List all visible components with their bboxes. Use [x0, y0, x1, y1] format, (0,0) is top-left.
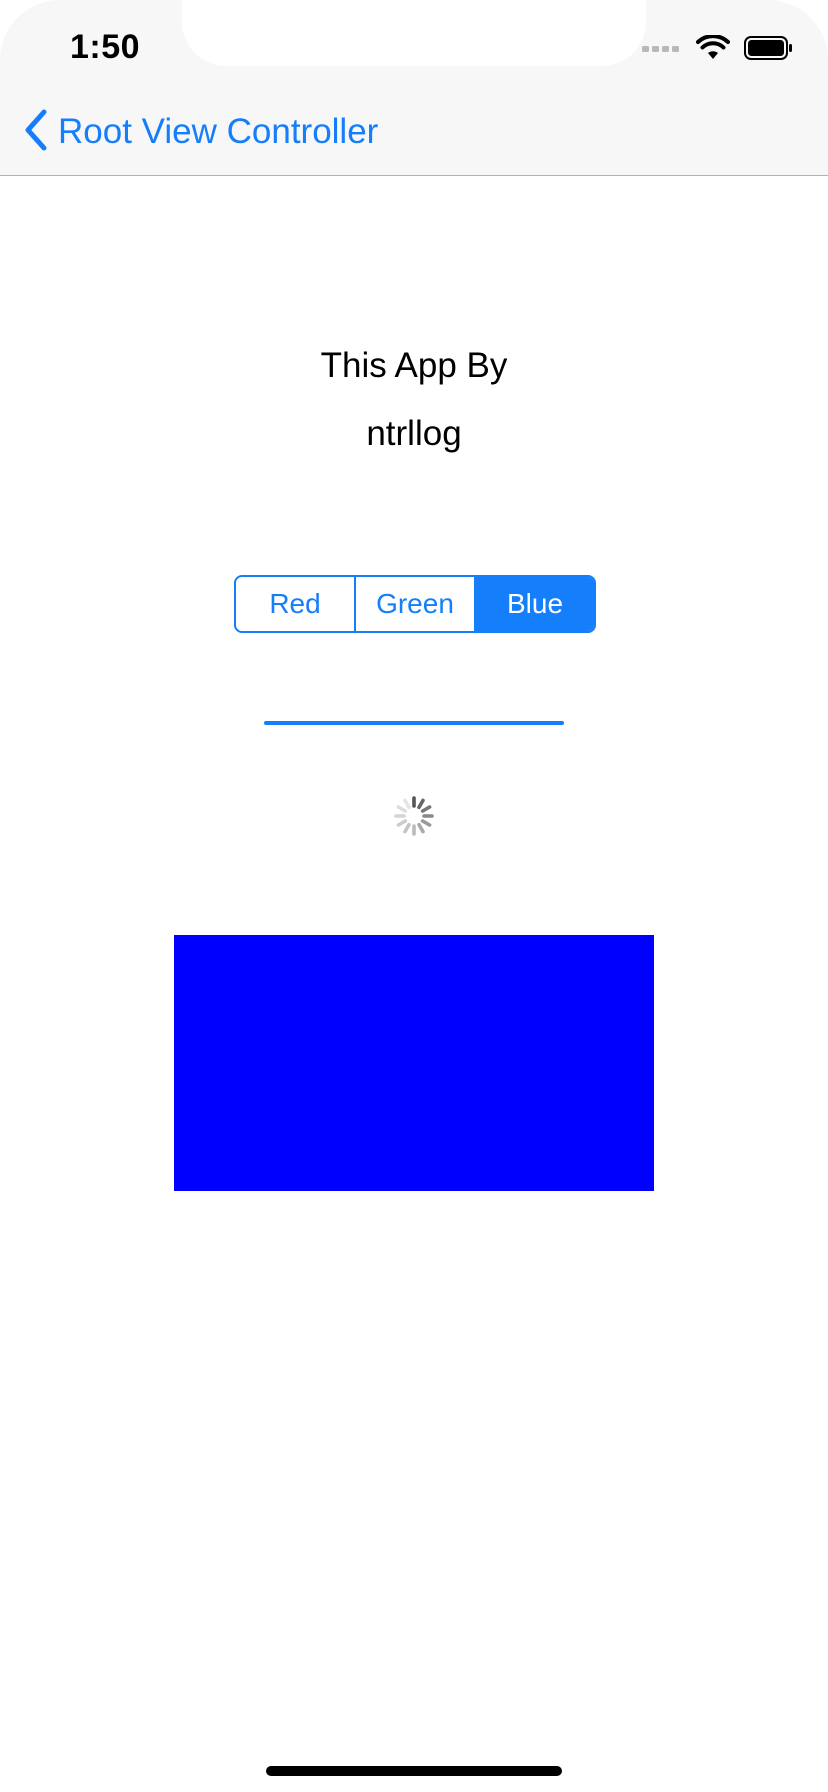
segment-green[interactable]: Green [354, 577, 474, 631]
device-notch [182, 0, 646, 66]
home-indicator [266, 1766, 562, 1776]
status-icons [642, 33, 794, 66]
chevron-left-icon [22, 108, 50, 157]
app-by-label: This App By [320, 346, 508, 385]
back-button[interactable]: Root View Controller [22, 108, 378, 156]
color-segmented-control[interactable]: Red Green Blue [234, 575, 596, 633]
status-time: 1:50 [70, 28, 141, 66]
battery-icon [744, 35, 794, 65]
signal-icon [642, 41, 682, 59]
wifi-icon [696, 33, 730, 66]
spinner-icon [393, 795, 435, 837]
back-button-label: Root View Controller [58, 112, 379, 151]
author-label: ntrllog [366, 414, 462, 453]
color-preview-box [174, 935, 654, 1191]
segment-red[interactable]: Red [236, 577, 354, 631]
progress-bar [264, 721, 564, 725]
status-bar: 1:50 [0, 0, 828, 98]
segment-blue[interactable]: Blue [474, 577, 594, 631]
